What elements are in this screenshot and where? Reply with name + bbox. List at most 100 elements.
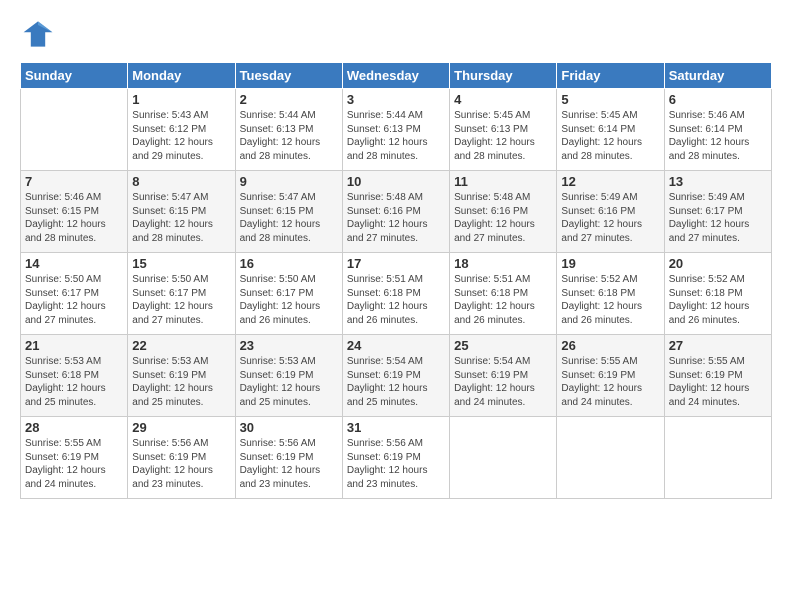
calendar-body: 1Sunrise: 5:43 AM Sunset: 6:12 PM Daylig… (21, 89, 772, 499)
calendar-cell: 28 Sunrise: 5:55 AM Sunset: 6:19 PM Dayli… (21, 417, 128, 499)
cell-info: Sunrise: 5:53 AM Sunset: 6:19 PM Dayligh… (240, 355, 338, 409)
day-number: 15 (132, 256, 230, 271)
cell-info: Sunrise: 5:52 AM Sunset: 6:18 PM Dayligh… (669, 273, 767, 327)
day-number: 5 (561, 92, 659, 107)
cell-info: Sunrise: 5:49 AM Sunset: 6:17 PM Dayligh… (669, 191, 767, 245)
day-number: 2 (240, 92, 338, 107)
calendar-cell: 9 Sunrise: 5:47 AM Sunset: 6:15 PM Daylig… (235, 171, 342, 253)
calendar-table: SundayMondayTuesdayWednesdayThursdayFrid… (20, 62, 772, 499)
calendar-cell: 27 Sunrise: 5:55 AM Sunset: 6:19 PM Dayli… (664, 335, 771, 417)
cell-info: Sunrise: 5:47 AM Sunset: 6:15 PM Dayligh… (240, 191, 338, 245)
calendar-cell: 18 Sunrise: 5:51 AM Sunset: 6:18 PM Dayli… (450, 253, 557, 335)
calendar-cell: 6Sunrise: 5:46 AM Sunset: 6:14 PM Daylig… (664, 89, 771, 171)
day-number: 22 (132, 338, 230, 353)
day-number: 9 (240, 174, 338, 189)
cell-info: Sunrise: 5:43 AM Sunset: 6:12 PM Dayligh… (132, 109, 230, 163)
cell-info: Sunrise: 5:56 AM Sunset: 6:19 PM Dayligh… (240, 437, 338, 491)
cell-info: Sunrise: 5:50 AM Sunset: 6:17 PM Dayligh… (132, 273, 230, 327)
calendar-cell: 16 Sunrise: 5:50 AM Sunset: 6:17 PM Dayli… (235, 253, 342, 335)
calendar-cell: 7 Sunrise: 5:46 AM Sunset: 6:15 PM Daylig… (21, 171, 128, 253)
calendar-cell (21, 89, 128, 171)
day-number: 20 (669, 256, 767, 271)
week-row-0: 1Sunrise: 5:43 AM Sunset: 6:12 PM Daylig… (21, 89, 772, 171)
cell-info: Sunrise: 5:55 AM Sunset: 6:19 PM Dayligh… (561, 355, 659, 409)
calendar-cell: 5 Sunrise: 5:45 AM Sunset: 6:14 PM Daylig… (557, 89, 664, 171)
calendar-cell: 11 Sunrise: 5:48 AM Sunset: 6:16 PM Dayli… (450, 171, 557, 253)
cell-info: Sunrise: 5:47 AM Sunset: 6:15 PM Dayligh… (132, 191, 230, 245)
calendar-cell (557, 417, 664, 499)
day-number: 21 (25, 338, 123, 353)
cell-info: Sunrise: 5:55 AM Sunset: 6:19 PM Dayligh… (25, 437, 123, 491)
cell-info: Sunrise: 5:54 AM Sunset: 6:19 PM Dayligh… (454, 355, 552, 409)
calendar-cell: 1Sunrise: 5:43 AM Sunset: 6:12 PM Daylig… (128, 89, 235, 171)
day-number: 23 (240, 338, 338, 353)
cell-info: Sunrise: 5:44 AM Sunset: 6:13 PM Dayligh… (347, 109, 445, 163)
cell-info: Sunrise: 5:49 AM Sunset: 6:16 PM Dayligh… (561, 191, 659, 245)
logo (20, 16, 60, 52)
calendar-cell: 19 Sunrise: 5:52 AM Sunset: 6:18 PM Dayli… (557, 253, 664, 335)
weekday-monday: Monday (128, 63, 235, 89)
cell-info: Sunrise: 5:45 AM Sunset: 6:13 PM Dayligh… (454, 109, 552, 163)
day-number: 6 (669, 92, 767, 107)
day-number: 18 (454, 256, 552, 271)
weekday-header-row: SundayMondayTuesdayWednesdayThursdayFrid… (21, 63, 772, 89)
calendar-cell: 2 Sunrise: 5:44 AM Sunset: 6:13 PM Daylig… (235, 89, 342, 171)
day-number: 11 (454, 174, 552, 189)
day-number: 29 (132, 420, 230, 435)
day-number: 19 (561, 256, 659, 271)
cell-info: Sunrise: 5:44 AM Sunset: 6:13 PM Dayligh… (240, 109, 338, 163)
page: SundayMondayTuesdayWednesdayThursdayFrid… (0, 0, 792, 612)
day-number: 14 (25, 256, 123, 271)
cell-info: Sunrise: 5:45 AM Sunset: 6:14 PM Dayligh… (561, 109, 659, 163)
day-number: 7 (25, 174, 123, 189)
cell-info: Sunrise: 5:51 AM Sunset: 6:18 PM Dayligh… (454, 273, 552, 327)
day-number: 27 (669, 338, 767, 353)
weekday-thursday: Thursday (450, 63, 557, 89)
week-row-1: 7 Sunrise: 5:46 AM Sunset: 6:15 PM Daylig… (21, 171, 772, 253)
calendar-cell: 13 Sunrise: 5:49 AM Sunset: 6:17 PM Dayli… (664, 171, 771, 253)
day-number: 8 (132, 174, 230, 189)
day-number: 24 (347, 338, 445, 353)
calendar-cell: 20 Sunrise: 5:52 AM Sunset: 6:18 PM Dayli… (664, 253, 771, 335)
calendar-cell: 22 Sunrise: 5:53 AM Sunset: 6:19 PM Dayli… (128, 335, 235, 417)
cell-info: Sunrise: 5:56 AM Sunset: 6:19 PM Dayligh… (347, 437, 445, 491)
cell-info: Sunrise: 5:53 AM Sunset: 6:18 PM Dayligh… (25, 355, 123, 409)
cell-info: Sunrise: 5:52 AM Sunset: 6:18 PM Dayligh… (561, 273, 659, 327)
calendar-cell: 15 Sunrise: 5:50 AM Sunset: 6:17 PM Dayli… (128, 253, 235, 335)
calendar-cell (450, 417, 557, 499)
day-number: 10 (347, 174, 445, 189)
cell-info: Sunrise: 5:48 AM Sunset: 6:16 PM Dayligh… (347, 191, 445, 245)
calendar-cell: 14Sunrise: 5:50 AM Sunset: 6:17 PM Dayli… (21, 253, 128, 335)
day-number: 17 (347, 256, 445, 271)
calendar-cell: 10 Sunrise: 5:48 AM Sunset: 6:16 PM Dayli… (342, 171, 449, 253)
calendar-cell: 21 Sunrise: 5:53 AM Sunset: 6:18 PM Dayli… (21, 335, 128, 417)
calendar-cell: 12 Sunrise: 5:49 AM Sunset: 6:16 PM Dayli… (557, 171, 664, 253)
calendar-cell: 4 Sunrise: 5:45 AM Sunset: 6:13 PM Daylig… (450, 89, 557, 171)
cell-info: Sunrise: 5:46 AM Sunset: 6:15 PM Dayligh… (25, 191, 123, 245)
cell-info: Sunrise: 5:56 AM Sunset: 6:19 PM Dayligh… (132, 437, 230, 491)
day-number: 26 (561, 338, 659, 353)
weekday-wednesday: Wednesday (342, 63, 449, 89)
cell-info: Sunrise: 5:53 AM Sunset: 6:19 PM Dayligh… (132, 355, 230, 409)
day-number: 12 (561, 174, 659, 189)
calendar-cell: 30 Sunrise: 5:56 AM Sunset: 6:19 PM Dayli… (235, 417, 342, 499)
cell-info: Sunrise: 5:51 AM Sunset: 6:18 PM Dayligh… (347, 273, 445, 327)
day-number: 13 (669, 174, 767, 189)
cell-info: Sunrise: 5:54 AM Sunset: 6:19 PM Dayligh… (347, 355, 445, 409)
cell-info: Sunrise: 5:50 AM Sunset: 6:17 PM Dayligh… (240, 273, 338, 327)
calendar-cell: 29 Sunrise: 5:56 AM Sunset: 6:19 PM Dayli… (128, 417, 235, 499)
cell-info: Sunrise: 5:48 AM Sunset: 6:16 PM Dayligh… (454, 191, 552, 245)
week-row-3: 21 Sunrise: 5:53 AM Sunset: 6:18 PM Dayli… (21, 335, 772, 417)
calendar-cell: 17 Sunrise: 5:51 AM Sunset: 6:18 PM Dayli… (342, 253, 449, 335)
day-number: 28 (25, 420, 123, 435)
calendar-cell: 23 Sunrise: 5:53 AM Sunset: 6:19 PM Dayli… (235, 335, 342, 417)
weekday-tuesday: Tuesday (235, 63, 342, 89)
day-number: 16 (240, 256, 338, 271)
calendar-cell: 24 Sunrise: 5:54 AM Sunset: 6:19 PM Dayli… (342, 335, 449, 417)
day-number: 30 (240, 420, 338, 435)
weekday-saturday: Saturday (664, 63, 771, 89)
weekday-sunday: Sunday (21, 63, 128, 89)
cell-info: Sunrise: 5:55 AM Sunset: 6:19 PM Dayligh… (669, 355, 767, 409)
calendar-cell (664, 417, 771, 499)
day-number: 4 (454, 92, 552, 107)
